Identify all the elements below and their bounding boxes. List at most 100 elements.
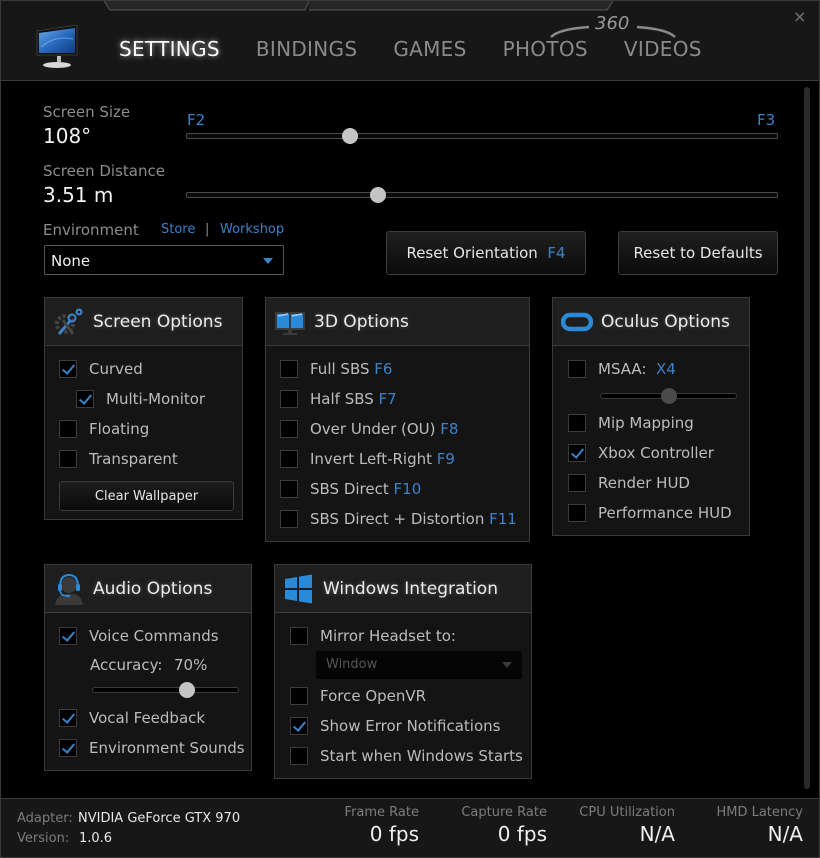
workshop-link[interactable]: Workshop	[220, 222, 284, 237]
over-under-ou-checkbox-row[interactable]: Over Under (OU) F8	[280, 419, 458, 439]
msaa-checkbox-row[interactable]: MSAA: X4	[568, 359, 676, 379]
msaa-slider[interactable]	[600, 388, 737, 404]
sbs-direct-label: SBS Direct	[310, 480, 389, 498]
screen-size-label: Screen Size	[43, 103, 131, 121]
reset-orientation-key: F4	[547, 244, 566, 262]
multi-monitor-checkbox[interactable]	[76, 390, 94, 408]
accuracy-slider[interactable]	[92, 682, 239, 698]
accuracy-value: 70%	[174, 656, 208, 674]
start-when-windows-starts-checkbox-row[interactable]: Start when Windows Starts	[290, 746, 523, 766]
sbs-direct-distortion-checkbox-row[interactable]: SBS Direct + Distortion F11	[280, 509, 517, 529]
app-window: SETTINGS BINDINGS GAMES PHOTOS VIDEOS 36…	[0, 0, 820, 858]
gear-wrench-icon	[55, 308, 83, 335]
screen-size-slider[interactable]	[186, 128, 778, 144]
msaa-checkbox[interactable]	[568, 360, 586, 378]
accuracy-slider-thumb[interactable]	[179, 682, 196, 698]
tab-settings[interactable]: SETTINGS	[119, 37, 220, 61]
screen-distance-slider[interactable]	[186, 187, 778, 203]
sbs-direct-checkbox[interactable]	[280, 480, 298, 498]
store-link[interactable]: Store	[161, 222, 195, 237]
clear-wallpaper-button[interactable]: Clear Wallpaper	[59, 481, 234, 511]
version-label: Version:	[17, 831, 70, 846]
3d-options-title: 3D Options	[314, 312, 409, 332]
performance-hud-checkbox-row[interactable]: Performance HUD	[568, 503, 732, 523]
3d-monitors-icon	[275, 312, 305, 335]
transparent-checkbox-row[interactable]: Transparent	[59, 449, 178, 469]
environment-sounds-checkbox-row[interactable]: Environment Sounds	[59, 738, 245, 758]
msaa-value: X4	[656, 360, 676, 378]
tab-games[interactable]: GAMES	[393, 37, 466, 61]
vertical-scrollbar[interactable]	[804, 87, 810, 789]
full-sbs-checkbox[interactable]	[280, 360, 298, 378]
title-drag-strip[interactable]	[104, 1, 309, 11]
half-sbs-checkbox[interactable]	[280, 390, 298, 408]
start-when-windows-starts-checkbox[interactable]	[290, 747, 308, 765]
curved-checkbox[interactable]	[59, 360, 77, 378]
sbs-direct-distortion-hotkey: F11	[489, 510, 517, 528]
mirror-headset-checkbox[interactable]	[290, 627, 308, 645]
screen-size-key-right: F3	[757, 111, 776, 129]
xbox-controller-checkbox-row[interactable]: Xbox Controller	[568, 443, 714, 463]
status-bar: Adapter: NVIDIA GeForce GTX 970 Version:…	[1, 798, 819, 857]
transparent-checkbox[interactable]	[59, 450, 77, 468]
close-icon[interactable]: ×	[793, 7, 806, 26]
force-openvr-checkbox[interactable]	[290, 687, 308, 705]
half-sbs-checkbox-row[interactable]: Half SBS F7	[280, 389, 397, 409]
msaa-label: MSAA:	[598, 360, 647, 378]
vocal-feedback-checkbox[interactable]	[59, 709, 77, 727]
render-hud-checkbox-row[interactable]: Render HUD	[568, 473, 690, 493]
screen-size-slider-thumb[interactable]	[342, 128, 359, 144]
sbs-direct-checkbox-row[interactable]: SBS Direct F10	[280, 479, 421, 499]
reset-defaults-button[interactable]: Reset to Defaults	[618, 231, 778, 275]
msaa-slider-thumb[interactable]	[660, 388, 677, 404]
mip-mapping-checkbox[interactable]	[568, 414, 586, 432]
xbox-controller-checkbox[interactable]	[568, 444, 586, 462]
start-when-windows-starts-label: Start when Windows Starts	[320, 747, 523, 765]
oculus-logo-icon	[561, 312, 593, 332]
header: SETTINGS BINDINGS GAMES PHOTOS VIDEOS 36…	[1, 1, 819, 81]
floating-checkbox-row[interactable]: Floating	[59, 419, 149, 439]
screen-size-key-left: F2	[187, 111, 206, 129]
invert-left-right-checkbox-row[interactable]: Invert Left-Right F9	[280, 449, 455, 469]
mirror-target-select[interactable]: Window	[316, 651, 522, 679]
mip-mapping-checkbox-row[interactable]: Mip Mapping	[568, 413, 694, 433]
tab-bindings[interactable]: BINDINGS	[256, 37, 357, 61]
performance-hud-checkbox[interactable]	[568, 504, 586, 522]
cpu-utilization-metric: CPU Utilization N/A	[579, 805, 675, 846]
mip-mapping-label: Mip Mapping	[598, 414, 694, 432]
environment-label: Environment	[43, 221, 139, 239]
adapter-value: NVIDIA GeForce GTX 970	[78, 811, 241, 826]
chevron-down-icon	[502, 662, 512, 668]
windows-integration-title: Windows Integration	[323, 579, 498, 599]
tab-photos[interactable]: PHOTOS	[503, 37, 588, 61]
render-hud-checkbox[interactable]	[568, 474, 586, 492]
windows-logo-icon	[285, 574, 312, 604]
sbs-direct-distortion-checkbox[interactable]	[280, 510, 298, 528]
floating-checkbox[interactable]	[59, 420, 77, 438]
voice-commands-checkbox[interactable]	[59, 627, 77, 645]
environment-sounds-label: Environment Sounds	[89, 739, 245, 757]
invert-left-right-checkbox[interactable]	[280, 450, 298, 468]
reset-orientation-label: Reset Orientation	[406, 244, 538, 262]
tab-videos[interactable]: VIDEOS	[624, 37, 702, 61]
environment-select[interactable]: None	[44, 245, 284, 275]
show-error-notifications-checkbox[interactable]	[290, 717, 308, 735]
voice-commands-checkbox-row[interactable]: Voice Commands	[59, 626, 219, 646]
multi-monitor-checkbox-row[interactable]: Multi-Monitor	[76, 389, 205, 409]
screen-distance-slider-thumb[interactable]	[369, 187, 386, 203]
over-under-ou-checkbox[interactable]	[280, 420, 298, 438]
vocal-feedback-checkbox-row[interactable]: Vocal Feedback	[59, 708, 205, 728]
title-drag-strip-right[interactable]	[309, 1, 613, 11]
mirror-headset-checkbox-row[interactable]: Mirror Headset to:	[290, 626, 456, 646]
full-sbs-checkbox-row[interactable]: Full SBS F6	[280, 359, 392, 379]
xbox-controller-label: Xbox Controller	[598, 444, 714, 462]
capture-rate-label: Capture Rate	[461, 805, 547, 820]
monitor-logo-icon	[36, 25, 78, 68]
show-error-notifications-checkbox-row[interactable]: Show Error Notifications	[290, 716, 500, 736]
curved-checkbox-row[interactable]: Curved	[59, 359, 143, 379]
mirror-target-value: Window	[326, 657, 378, 672]
capture-rate-value: 0 fps	[497, 822, 547, 846]
force-openvr-checkbox-row[interactable]: Force OpenVR	[290, 686, 426, 706]
environment-sounds-checkbox[interactable]	[59, 739, 77, 757]
reset-orientation-button[interactable]: Reset Orientation F4	[386, 231, 586, 275]
